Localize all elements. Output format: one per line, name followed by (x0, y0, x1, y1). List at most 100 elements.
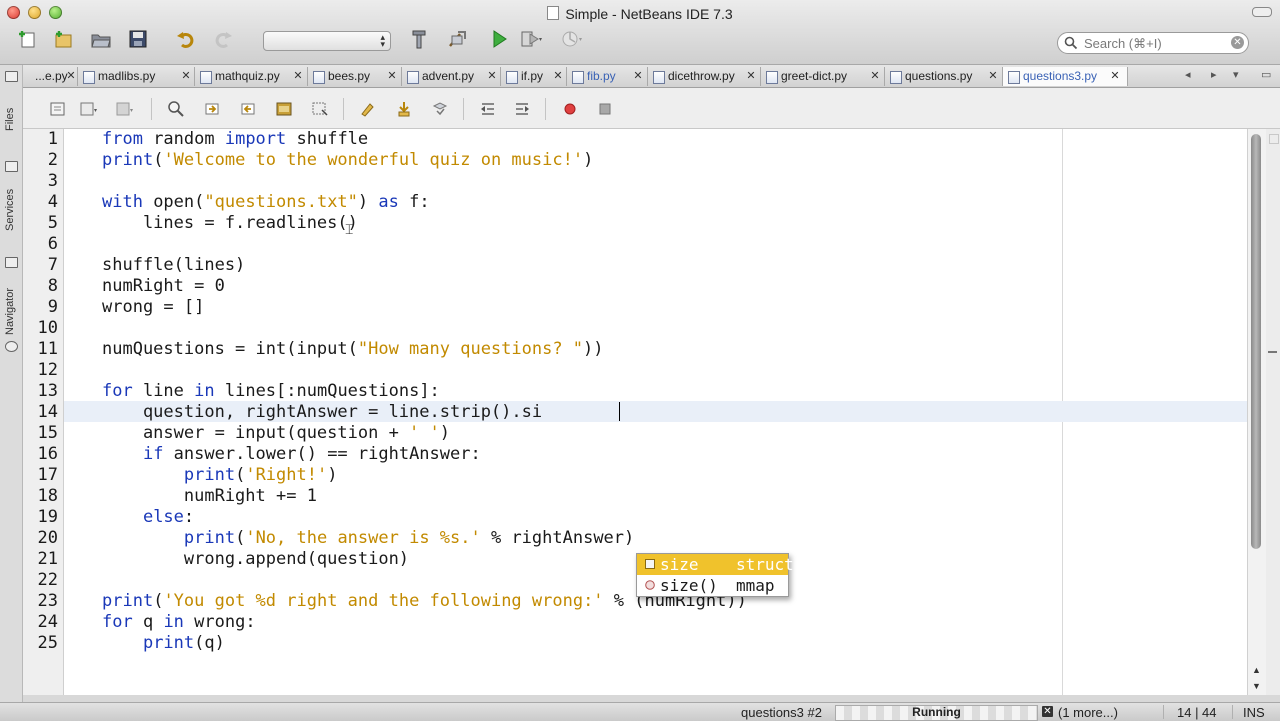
build-icon[interactable] (408, 28, 430, 50)
history-icon[interactable] (49, 100, 67, 118)
close-icon[interactable]: ✕ (870, 71, 880, 82)
tab-file[interactable]: greet-dict.py ✕ (761, 67, 885, 86)
forward-icon[interactable] (115, 100, 133, 118)
code-line[interactable]: print('No, the answer is %s.' % rightAns… (102, 528, 634, 549)
search-field[interactable]: ✕ (1057, 32, 1249, 54)
code-line[interactable]: from random import shuffle (102, 129, 368, 150)
code-line[interactable]: print(q) (102, 633, 225, 654)
error-stripe[interactable] (1266, 129, 1280, 695)
close-icon[interactable]: ✕ (988, 71, 998, 82)
toggle-bookmark-icon[interactable] (431, 100, 449, 118)
code-line[interactable]: print('Right!') (102, 465, 338, 486)
tab-file[interactable]: mathquiz.py ✕ (195, 67, 308, 86)
services-panel-tab[interactable]: Services (0, 161, 22, 251)
task-progress-bar[interactable]: Running (835, 705, 1038, 721)
code-line[interactable]: lines = f.readlines() (102, 213, 358, 234)
tab-file[interactable]: bees.py ✕ (308, 67, 402, 86)
files-panel-tab[interactable]: Files (0, 71, 22, 151)
tab-file[interactable]: madlibs.py ✕ (78, 67, 195, 86)
code-token: ) (583, 150, 594, 170)
cancel-task-icon[interactable]: ✕ (1042, 706, 1053, 717)
close-icon[interactable]: ✕ (746, 71, 756, 82)
tab-file[interactable]: dicethrow.py ✕ (648, 67, 761, 86)
profile-icon[interactable] (560, 28, 582, 50)
code-line[interactable]: with open("questions.txt") as f: (102, 192, 430, 213)
close-icon[interactable]: ✕ (487, 71, 497, 82)
tab-file[interactable]: questions.py ✕ (885, 67, 1003, 86)
tab-file-active[interactable]: questions3.py ✕ (1002, 67, 1128, 86)
new-file-icon[interactable] (52, 28, 74, 50)
code-line[interactable]: answer = input(question + ' ') (102, 423, 450, 444)
close-icon[interactable]: ✕ (293, 71, 303, 82)
code-editor[interactable]: print(q) for q in wrong: print('You got %d… (64, 129, 1247, 695)
code-line[interactable]: print('Welcome to the wonderful quiz on … (102, 150, 593, 171)
code-line[interactable]: numRight += 1 (102, 486, 317, 507)
code-line[interactable]: if answer.lower() == rightAnswer: (102, 444, 481, 465)
scroll-tabs-right-icon[interactable]: ▸ (1211, 69, 1217, 81)
navigator-panel-tab[interactable]: Navigator (0, 257, 22, 367)
tab-file[interactable]: advent.py ✕ (402, 67, 501, 86)
tab-file[interactable]: fib.py ✕ (567, 67, 648, 86)
clean-build-icon[interactable] (446, 28, 468, 50)
tab-list-dropdown-icon[interactable]: ▾ (1233, 69, 1239, 81)
completion-item-selected[interactable]: size struct (637, 554, 794, 575)
code-line[interactable]: for line in lines[:numQuestions]: (102, 381, 440, 402)
undo-icon[interactable] (175, 28, 197, 50)
struct-icon (645, 559, 655, 569)
back-icon[interactable] (79, 100, 97, 118)
run-icon[interactable] (488, 28, 510, 50)
keyword-token: from (102, 129, 143, 149)
shift-line-right-icon[interactable] (513, 100, 531, 118)
keyword-token: if (142, 444, 164, 464)
scrollbar-thumb[interactable] (1251, 134, 1261, 549)
code-line[interactable]: numRight = 0 (102, 276, 225, 297)
new-project-icon[interactable] (17, 28, 39, 50)
scroll-up-icon[interactable]: ▲ (1252, 665, 1261, 675)
close-icon[interactable]: ✕ (181, 71, 191, 82)
line-number: 10 (37, 318, 58, 338)
shift-line-left-icon[interactable] (479, 100, 497, 118)
code-line[interactable]: else: (102, 507, 194, 528)
files-icon (5, 71, 18, 82)
code-line[interactable]: question, rightAnswer = line.strip().si (102, 402, 542, 423)
save-all-icon[interactable] (127, 28, 149, 50)
clear-search-icon[interactable]: ✕ (1231, 36, 1244, 49)
close-icon[interactable]: ✕ (387, 71, 397, 82)
code-line[interactable]: numQuestions = int(input("How many quest… (102, 339, 604, 360)
previous-bookmark-icon[interactable] (359, 100, 377, 118)
toolbar-toggle-button[interactable] (1252, 7, 1272, 17)
scroll-down-icon[interactable]: ▼ (1252, 681, 1261, 691)
find-next-icon[interactable] (239, 100, 257, 118)
code-line[interactable]: wrong.append(question) (102, 549, 409, 570)
debug-icon[interactable] (520, 28, 542, 50)
toggle-rectangular-selection-icon[interactable] (311, 100, 329, 118)
editor-vertical-scrollbar[interactable]: ▲ ▼ (1247, 129, 1266, 695)
close-icon[interactable]: ✕ (553, 71, 563, 82)
close-icon[interactable]: ✕ (633, 71, 643, 82)
close-icon[interactable]: ✕ (66, 71, 76, 82)
search-input[interactable] (1082, 34, 1226, 52)
completion-item[interactable]: size() mmap (637, 575, 788, 596)
start-macro-recording-icon[interactable] (561, 100, 579, 118)
tab-file[interactable]: if.py ✕ (501, 67, 567, 86)
toggle-highlight-icon[interactable] (275, 100, 293, 118)
code-line[interactable]: wrong = [] (102, 297, 204, 318)
next-bookmark-icon[interactable] (395, 100, 413, 118)
open-project-icon[interactable] (90, 28, 112, 50)
stop-macro-recording-icon[interactable] (596, 100, 614, 118)
scroll-tabs-left-icon[interactable]: ◂ (1185, 69, 1191, 81)
more-tasks-link[interactable]: (1 more...) (1058, 705, 1118, 720)
close-icon[interactable]: ✕ (1110, 71, 1120, 82)
code-line[interactable]: for q in wrong: (102, 612, 256, 633)
code-line[interactable]: shuffle(lines) (102, 255, 245, 276)
configuration-select[interactable]: ▴ ▾ (263, 31, 391, 51)
maximize-window-icon[interactable]: ▭ (1261, 69, 1271, 81)
find-previous-icon[interactable] (203, 100, 221, 118)
running-task-label[interactable]: questions3 #2 (741, 705, 822, 720)
line-number: 3 (47, 171, 58, 191)
tab-file[interactable]: ...e.py ✕ (23, 67, 78, 86)
code-completion-popup[interactable]: size struct size() mmap (636, 553, 794, 597)
find-icon[interactable] (167, 100, 185, 118)
keyword-token: in (163, 612, 184, 632)
redo-icon[interactable] (212, 28, 234, 50)
